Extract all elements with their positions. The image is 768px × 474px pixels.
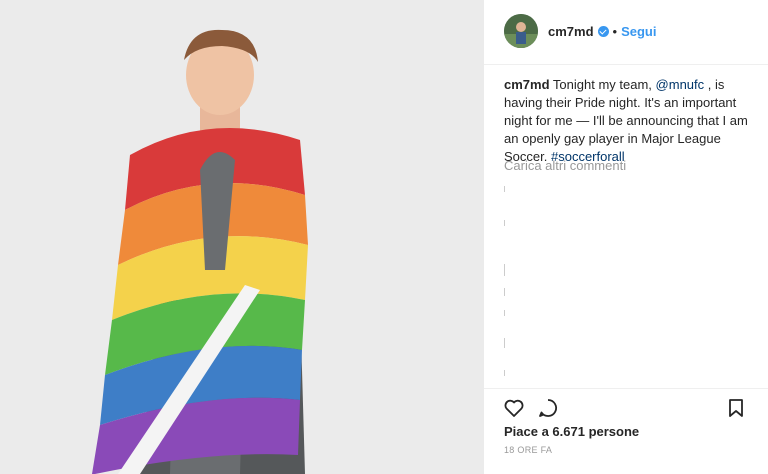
separator-dot: •	[612, 24, 618, 39]
bookmark-icon[interactable]	[724, 396, 748, 420]
load-more-comments[interactable]: Carica altri commenti	[504, 158, 626, 173]
post-caption: cm7md Tonight my team, @mnufc , is havin…	[504, 76, 750, 166]
photo-illustration	[0, 0, 484, 474]
verified-badge-icon	[597, 26, 609, 37]
post-photo	[0, 0, 484, 474]
comment-placeholders	[504, 180, 506, 380]
post-actions	[484, 388, 768, 425]
placeholder-mark	[504, 288, 505, 296]
placeholder-mark	[504, 370, 505, 376]
likes-count[interactable]: Piace a 6.671 persone	[504, 424, 639, 439]
placeholder-mark	[504, 338, 505, 348]
placeholder-mark	[504, 186, 505, 192]
caption-text-1: Tonight my team,	[552, 77, 652, 92]
heart-icon[interactable]	[502, 396, 526, 420]
post-timestamp: 18 ORE FA	[504, 445, 553, 455]
username[interactable]: cm7md	[548, 24, 594, 39]
caption-username[interactable]: cm7md	[504, 77, 550, 92]
follow-button[interactable]: Segui	[621, 24, 656, 39]
username-row: cm7md • Segui	[548, 24, 657, 39]
comment-icon[interactable]	[536, 396, 560, 420]
mention-link[interactable]: @mnufc	[656, 77, 705, 92]
post-header: cm7md • Segui	[484, 0, 768, 65]
avatar-image	[504, 14, 538, 48]
placeholder-mark	[504, 220, 505, 226]
placeholder-mark	[504, 264, 505, 276]
placeholder-mark	[504, 310, 505, 316]
avatar[interactable]	[504, 14, 538, 48]
post-sidebar: cm7md • Segui cm7md Tonight my team, @mn…	[484, 0, 768, 474]
